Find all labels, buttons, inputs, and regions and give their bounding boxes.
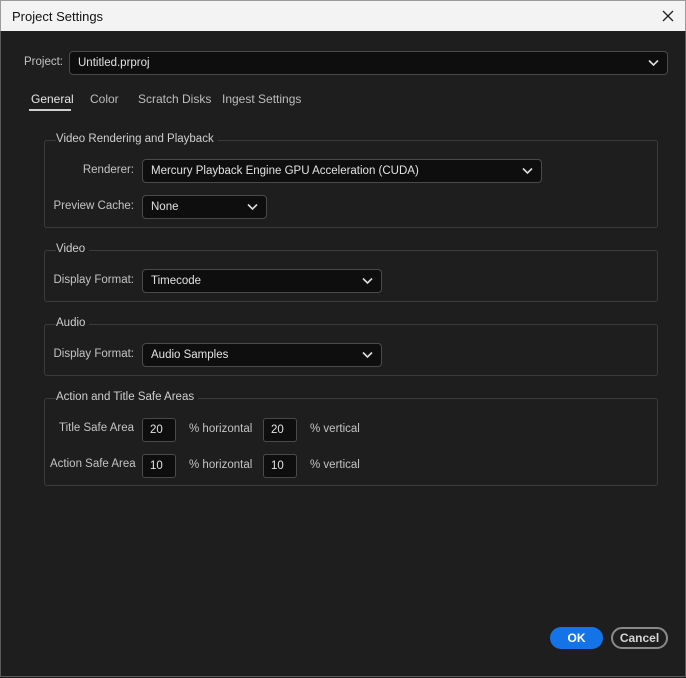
action-safe-vertical-input[interactable]: 10	[263, 454, 297, 478]
action-safe-horizontal-unit: % horizontal	[189, 459, 253, 471]
video-display-format-select[interactable]: Timecode	[142, 269, 382, 293]
title-safe-vertical-input[interactable]: 20	[263, 418, 297, 442]
preview-cache-value: None	[151, 201, 179, 213]
tab-scratch-disks[interactable]: Scratch Disks	[138, 92, 211, 106]
chevron-down-icon	[362, 351, 373, 359]
rendering-group-title: Video Rendering and Playback	[56, 133, 218, 145]
tab-ingest-settings[interactable]: Ingest Settings	[222, 92, 301, 106]
video-display-format-label: Display Format:	[53, 274, 134, 286]
audio-display-format-label: Display Format:	[53, 348, 134, 360]
chevron-down-icon	[522, 167, 533, 175]
project-select[interactable]: Untitled.prproj	[69, 51, 668, 75]
action-safe-label: Action Safe Area	[50, 458, 136, 470]
renderer-label: Renderer:	[82, 164, 134, 176]
video-group-title: Video	[56, 243, 90, 255]
title-safe-label: Title Safe Area	[58, 422, 134, 434]
title-safe-vertical-unit: % vertical	[310, 423, 360, 435]
active-tab-indicator	[29, 109, 71, 111]
video-display-format-value: Timecode	[151, 275, 202, 287]
action-safe-horizontal-input[interactable]: 10	[142, 454, 176, 478]
audio-display-format-value: Audio Samples	[151, 349, 229, 361]
safe-areas-group	[44, 398, 658, 486]
project-value: Untitled.prproj	[78, 57, 150, 69]
renderer-value: Mercury Playback Engine GPU Acceleration…	[151, 165, 419, 177]
chevron-down-icon	[362, 277, 373, 285]
chevron-down-icon	[648, 59, 659, 67]
ok-button[interactable]: OK	[550, 627, 603, 649]
preview-cache-label: Preview Cache:	[53, 200, 134, 212]
audio-group-title: Audio	[56, 317, 90, 329]
chevron-down-icon	[247, 203, 258, 211]
audio-display-format-select[interactable]: Audio Samples	[142, 343, 382, 367]
tab-color[interactable]: Color	[90, 92, 119, 106]
action-safe-vertical-unit: % vertical	[310, 459, 360, 471]
close-icon	[662, 10, 674, 22]
close-button[interactable]	[657, 5, 679, 27]
preview-cache-select[interactable]: None	[142, 195, 267, 219]
tab-general[interactable]: General	[31, 92, 74, 106]
safe-areas-group-title: Action and Title Safe Areas	[56, 391, 199, 403]
renderer-select[interactable]: Mercury Playback Engine GPU Acceleration…	[142, 159, 542, 183]
title-safe-horizontal-unit: % horizontal	[189, 423, 253, 435]
cancel-button[interactable]: Cancel	[611, 627, 668, 649]
title-bar: Project Settings	[0, 0, 686, 31]
rendering-group	[44, 140, 658, 228]
project-label: Project:	[24, 56, 63, 68]
title-safe-horizontal-input[interactable]: 20	[142, 418, 176, 442]
window-title: Project Settings	[12, 9, 104, 24]
